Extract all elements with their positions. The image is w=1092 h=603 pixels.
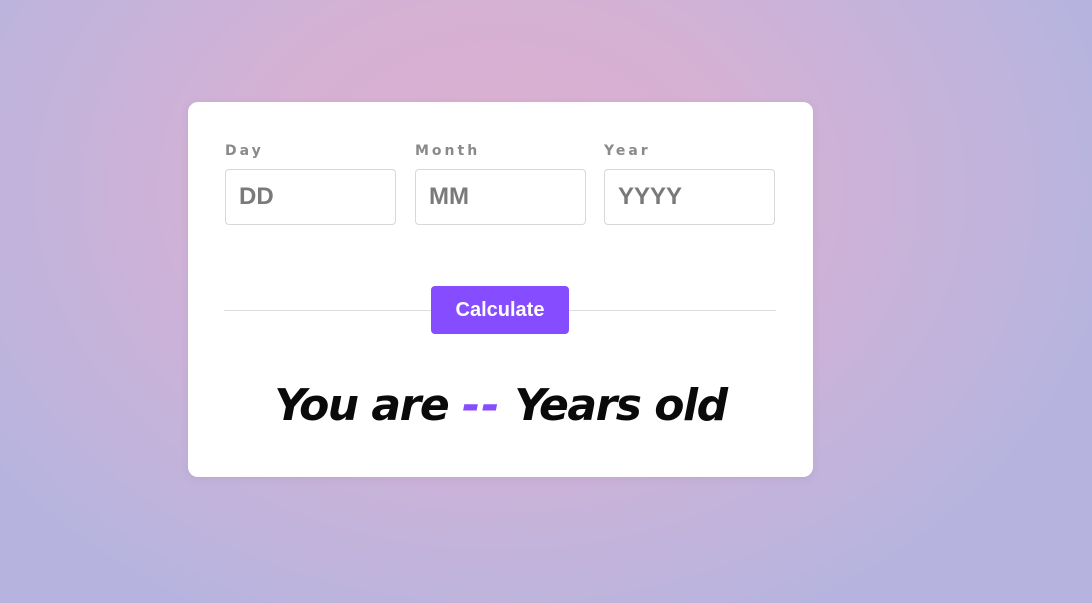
age-result: You are -- Years old [188,378,813,434]
year-field: Year [604,142,775,225]
day-label: Day [225,143,264,159]
month-field: Month [415,142,586,225]
year-input[interactable] [604,169,775,225]
result-prefix: You are [274,380,449,431]
calculate-button[interactable]: Calculate [431,286,569,334]
year-label: Year [604,143,651,159]
day-input[interactable] [225,169,396,225]
result-age-value: -- [462,380,501,431]
month-input[interactable] [415,169,586,225]
result-suffix: Years old [514,380,728,431]
month-label: Month [415,143,481,159]
age-calculator-card: Day Month Year Calculate You are -- Year… [188,102,813,477]
day-field: Day [225,142,396,225]
